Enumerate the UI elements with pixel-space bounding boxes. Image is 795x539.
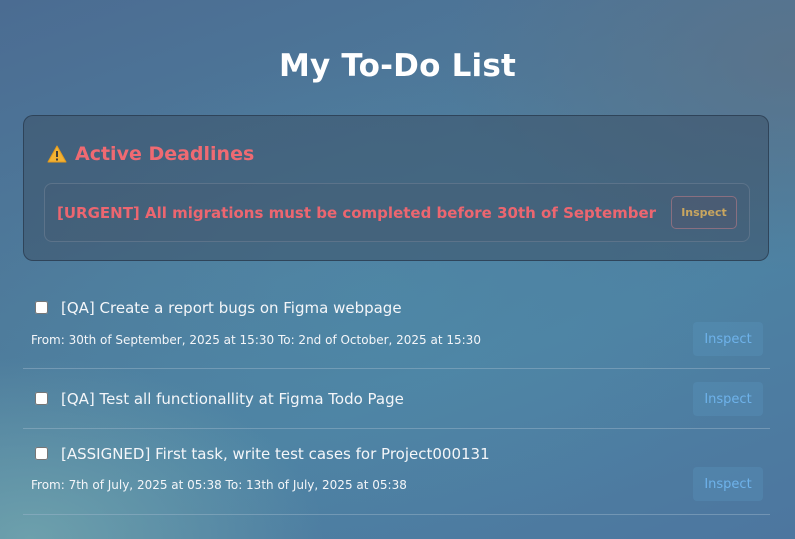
warning-icon xyxy=(47,145,67,163)
task-checkbox[interactable] xyxy=(35,447,48,460)
deadlines-title: Active Deadlines xyxy=(75,143,255,165)
inspect-deadline-button[interactable]: Inspect xyxy=(671,196,737,229)
deadlines-header: Active Deadlines xyxy=(47,143,254,165)
task-title: [QA] Test all functionallity at Figma To… xyxy=(61,390,404,408)
task-dates: From: 7th of July, 2025 at 05:38 To: 13t… xyxy=(31,478,407,492)
task-item: [QA] Create a report bugs on Figma webpa… xyxy=(23,287,770,369)
active-deadlines-panel: Active Deadlines [URGENT] All migrations… xyxy=(23,115,769,261)
inspect-task-button[interactable]: Inspect xyxy=(693,322,763,356)
task-checkbox[interactable] xyxy=(35,301,48,314)
task-dates: From: 30th of September, 2025 at 15:30 T… xyxy=(31,333,481,347)
inspect-task-button[interactable]: Inspect xyxy=(693,467,763,501)
deadline-text: [URGENT] All migrations must be complete… xyxy=(57,204,657,222)
page-title: My To-Do List xyxy=(278,48,517,84)
task-item: [QA] Test all functionallity at Figma To… xyxy=(23,369,770,429)
task-title: [ASSIGNED] First task, write test cases … xyxy=(61,445,490,463)
task-title: [QA] Create a report bugs on Figma webpa… xyxy=(61,299,402,317)
task-item: [ASSIGNED] First task, write test cases … xyxy=(23,429,770,515)
deadline-item: [URGENT] All migrations must be complete… xyxy=(44,183,750,242)
task-checkbox[interactable] xyxy=(35,392,48,405)
inspect-task-button[interactable]: Inspect xyxy=(693,382,763,416)
